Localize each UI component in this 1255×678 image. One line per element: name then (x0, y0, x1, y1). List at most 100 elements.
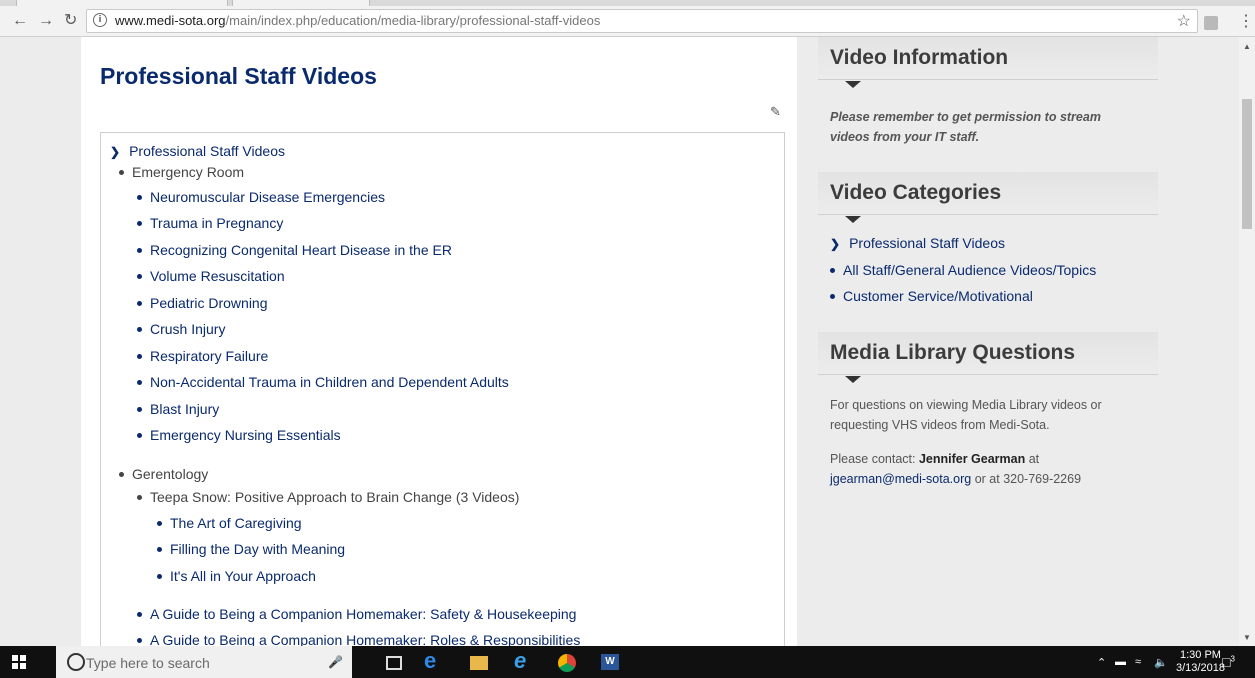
video-link[interactable]: Filling the Day with Meaning (170, 541, 345, 557)
media-questions-text: For questions on viewing Media Library v… (830, 398, 1102, 432)
video-link[interactable]: Blast Injury (150, 401, 219, 417)
search-placeholder: Type here to search (86, 655, 210, 671)
list-item[interactable]: Respiratory Failure (137, 348, 268, 366)
contact-email-link[interactable]: jgearman@medi-sota.org (830, 472, 971, 486)
category-item[interactable]: All Staff/General Audience Videos/Topics (830, 262, 1096, 280)
video-link[interactable]: Respiratory Failure (150, 348, 268, 364)
video-link[interactable]: Recognizing Congenital Heart Disease in … (150, 242, 452, 258)
address-bar[interactable]: i www.medi-sota.org/main/index.php/educa… (86, 9, 1198, 33)
video-link[interactable]: Non-Accidental Trauma in Children and De… (150, 374, 509, 390)
internet-explorer-icon[interactable]: e (514, 648, 534, 673)
scroll-thumb[interactable] (1242, 99, 1252, 229)
caret-down-icon (845, 216, 861, 223)
list-item[interactable]: It's All in Your Approach (157, 568, 316, 586)
bullet-icon (157, 547, 162, 553)
video-info-title: Video Information (830, 46, 1009, 69)
video-link[interactable]: It's All in Your Approach (170, 568, 316, 584)
video-link[interactable]: The Art of Caregiving (170, 515, 302, 531)
tree-root[interactable]: ❯ Professional Staff Videos (110, 143, 285, 161)
file-explorer-icon[interactable] (470, 656, 488, 670)
notification-count: 3 (1230, 654, 1235, 664)
video-link[interactable]: Crush Injury (150, 321, 225, 337)
video-link[interactable]: A Guide to Being a Companion Homemaker: … (150, 606, 576, 622)
contact-name: Jennifer Gearman (918, 452, 1026, 466)
bookmark-star-icon[interactable]: ☆ (1177, 11, 1191, 31)
list-item[interactable]: Neuromuscular Disease Emergencies (137, 189, 385, 207)
section-label: Gerentology (132, 466, 209, 482)
chevron-right-icon: ❯ (110, 145, 121, 159)
section-label: Emergency Room (132, 164, 245, 180)
word-icon[interactable]: W (601, 654, 619, 670)
bullet-icon (830, 294, 835, 300)
contact-prefix: Please contact: (830, 452, 919, 466)
bullet-icon (137, 221, 142, 227)
cortana-icon[interactable] (67, 653, 85, 671)
battery-icon[interactable]: ▬ (1115, 656, 1126, 668)
video-link[interactable]: Pediatric Drowning (150, 295, 268, 311)
video-link[interactable]: Emergency Nursing Essentials (150, 427, 341, 443)
list-item[interactable]: Pediatric Drowning (137, 295, 268, 313)
list-item: Teepa Snow: Positive Approach to Brain C… (137, 489, 519, 507)
bullet-icon (137, 195, 142, 201)
show-hidden-icons-icon[interactable]: ⌃ (1097, 656, 1106, 669)
category-item[interactable]: Customer Service/Motivational (830, 288, 1033, 306)
contact-phone: or at 320-769-2269 (971, 472, 1082, 486)
category-link[interactable]: Professional Staff Videos (849, 235, 1005, 251)
category-link[interactable]: Customer Service/Motivational (843, 288, 1033, 304)
list-item[interactable]: Volume Resuscitation (137, 268, 285, 286)
forward-icon[interactable]: → (38, 12, 54, 30)
scroll-up-icon[interactable]: ▲ (1243, 42, 1251, 51)
list-item[interactable]: Crush Injury (137, 321, 225, 339)
list-item[interactable]: Trauma in Pregnancy (137, 215, 283, 233)
taskbar-search-box[interactable]: Type here to search 🎤 (56, 646, 352, 678)
notifications-icon[interactable]: □3 (1222, 654, 1235, 670)
browser-toolbar: ← → ↻ i www.medi-sota.org/main/index.php… (0, 6, 1255, 37)
clock-time: 1:30 PM (1179, 649, 1221, 661)
bullet-icon (830, 268, 835, 274)
chrome-icon[interactable] (558, 654, 576, 672)
web-page: Professional Staff Videos ✎ ❯ Professiona… (0, 37, 1239, 646)
bullet-icon (119, 472, 124, 478)
bullet-icon (137, 407, 142, 413)
list-item[interactable]: Filling the Day with Meaning (157, 541, 345, 559)
back-icon[interactable]: ← (12, 12, 28, 30)
list-item[interactable]: Non-Accidental Trauma in Children and De… (137, 374, 509, 392)
video-link[interactable]: Trauma in Pregnancy (150, 215, 283, 231)
edit-icon[interactable]: ✎ (770, 104, 781, 120)
category-link[interactable]: All Staff/General Audience Videos/Topics (843, 262, 1096, 278)
list-item[interactable]: Recognizing Congenital Heart Disease in … (137, 242, 452, 260)
url-text[interactable]: www.medi-sota.org/main/index.php/educati… (115, 13, 600, 28)
bullet-icon (137, 495, 142, 501)
system-clock[interactable]: 1:30 PM 3/13/2018 (1176, 649, 1225, 675)
list-item[interactable]: Blast Injury (137, 401, 219, 419)
list-item[interactable]: A Guide to Being a Companion Homemaker: … (137, 632, 580, 646)
media-questions-header: Media Library Questions (818, 332, 1158, 383)
category-item[interactable]: ❯ Professional Staff Videos (830, 235, 1005, 253)
volume-icon[interactable]: 🔈 (1154, 656, 1168, 669)
main-content: Professional Staff Videos ✎ ❯ Professiona… (81, 37, 797, 646)
scroll-down-icon[interactable]: ▼ (1243, 633, 1251, 642)
edge-icon[interactable]: e (424, 648, 444, 673)
tree-root-link[interactable]: Professional Staff Videos (129, 143, 285, 159)
vertical-scrollbar[interactable]: ▲ ▼ (1239, 37, 1255, 646)
microphone-icon[interactable]: 🎤 (328, 655, 343, 669)
windows-taskbar: Type here to search 🎤 e e W ⌃ ▬ ≈ 🔈 1:30… (0, 646, 1255, 678)
video-link[interactable]: Volume Resuscitation (150, 268, 285, 284)
wifi-icon[interactable]: ≈ (1135, 656, 1141, 668)
bullet-icon (137, 433, 142, 439)
video-info-header: Video Information (818, 37, 1158, 88)
bullet-icon (119, 170, 124, 176)
video-link[interactable]: Neuromuscular Disease Emergencies (150, 189, 385, 205)
video-link[interactable]: A Guide to Being a Companion Homemaker: … (150, 632, 580, 646)
list-item[interactable]: The Art of Caregiving (157, 515, 302, 533)
task-view-icon[interactable] (386, 656, 402, 670)
extension-icon[interactable] (1204, 16, 1218, 30)
bullet-icon (157, 574, 162, 580)
kebab-menu-icon[interactable]: ⋮ (1238, 14, 1254, 30)
list-item[interactable]: Emergency Nursing Essentials (137, 427, 341, 445)
bullet-icon (137, 638, 142, 644)
reload-icon[interactable]: ↻ (64, 12, 77, 30)
info-icon[interactable]: i (93, 13, 107, 27)
list-item[interactable]: A Guide to Being a Companion Homemaker: … (137, 606, 576, 624)
windows-start-icon[interactable] (12, 655, 26, 669)
